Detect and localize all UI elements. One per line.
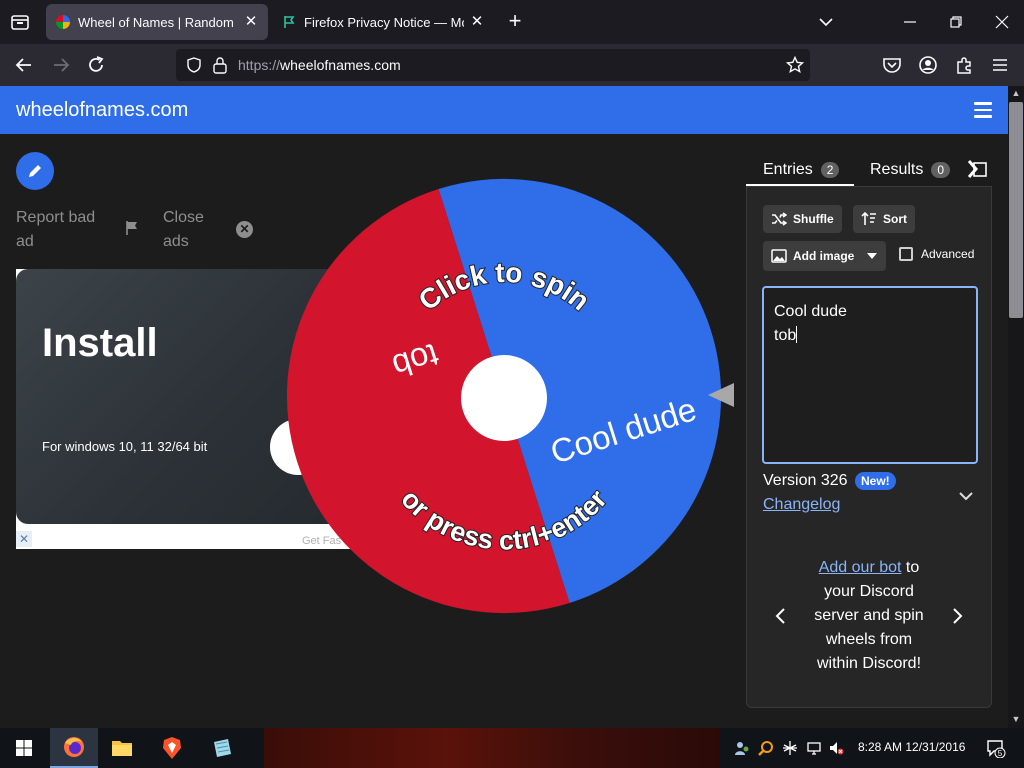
back-arrow-icon[interactable] xyxy=(13,54,35,76)
advanced-label: Advanced xyxy=(921,247,975,261)
minimize-icon[interactable] xyxy=(898,10,922,34)
dropdown-arrow-icon xyxy=(867,253,878,259)
ad-close-icon[interactable]: ✕ xyxy=(16,531,32,547)
extensions-puzzle-icon[interactable] xyxy=(953,54,975,76)
site-header: wheelofnames.com xyxy=(0,86,1008,134)
tab-title: Firefox Privacy Notice — Mozill xyxy=(304,14,464,30)
wheel-favicon-icon xyxy=(56,15,70,29)
browser-tab-firefox-privacy[interactable]: Firefox Privacy Notice — Mozill ✕ xyxy=(272,4,494,40)
url-text: https://wheelofnames.com xyxy=(238,57,401,73)
hide-panel-chevron-icon[interactable] xyxy=(966,158,988,180)
tray-network-icon[interactable] xyxy=(806,740,822,756)
shield-icon[interactable] xyxy=(186,57,202,73)
firefox-view-icon[interactable] xyxy=(8,10,32,34)
flag-icon[interactable] xyxy=(124,220,140,236)
close-tab-icon[interactable]: ✕ xyxy=(244,14,258,29)
ad-title: Install xyxy=(42,321,158,365)
taskbar-firefox-icon[interactable] xyxy=(50,728,98,768)
scrollbar-thumb[interactable] xyxy=(1009,102,1023,318)
add-image-button[interactable]: Add image xyxy=(763,241,887,271)
ad-subtitle: For windows 10, 11 32/64 bit xyxy=(42,439,208,454)
lock-icon[interactable] xyxy=(212,56,228,74)
entries-textarea[interactable]: Cool dude tob xyxy=(762,286,978,464)
address-bar[interactable]: https://wheelofnames.com xyxy=(176,49,810,81)
windows-taskbar: 8:28 AM 12/31/2016 5 xyxy=(0,728,1024,768)
image-icon xyxy=(771,249,787,263)
sort-icon xyxy=(861,212,876,225)
account-icon[interactable] xyxy=(917,54,939,76)
scroll-down-arrow-icon[interactable]: ▼ xyxy=(1010,714,1022,724)
entry-line: Cool dude xyxy=(774,303,847,320)
shuffle-icon xyxy=(772,212,787,226)
svg-text:5: 5 xyxy=(998,749,1003,758)
restore-icon[interactable] xyxy=(944,10,968,34)
version-label: Version 326 xyxy=(763,472,848,489)
start-windows-icon[interactable] xyxy=(0,728,48,768)
sort-button[interactable]: Sort xyxy=(853,205,915,233)
taskbar-file-explorer-icon[interactable] xyxy=(98,728,146,768)
mozilla-flag-favicon-icon xyxy=(284,16,295,28)
add-bot-link[interactable]: Add our bot xyxy=(819,559,902,576)
changelog-link[interactable]: Changelog xyxy=(763,496,840,514)
bookmark-star-icon[interactable] xyxy=(786,56,804,74)
browser-tabbar: Wheel of Names | Random nam ✕ Firefox Pr… xyxy=(0,0,1024,44)
new-tab-plus-icon[interactable]: + xyxy=(504,10,526,32)
taskbar-brave-icon[interactable] xyxy=(148,728,196,768)
edit-wheel-button[interactable] xyxy=(16,152,54,190)
panel-tabs: Entries 2 Results 0 xyxy=(746,152,992,188)
carousel-next-icon[interactable] xyxy=(950,606,966,626)
entry-line: tob xyxy=(774,326,798,344)
chevron-down-icon[interactable] xyxy=(958,488,974,504)
list-all-tabs-chevron-icon[interactable] xyxy=(816,12,836,32)
wheel-center-hub xyxy=(461,355,547,441)
carousel-prev-icon[interactable] xyxy=(774,606,790,626)
tray-search-icon[interactable] xyxy=(758,740,774,756)
report-bad-ad-link[interactable]: Report bad ad xyxy=(16,206,112,254)
pocket-icon[interactable] xyxy=(881,54,903,76)
page-content: wheelofnames.com Report bad ad Close ads… xyxy=(0,86,1008,728)
taskbar-clock[interactable]: 8:28 AM 12/31/2016 xyxy=(858,740,965,754)
close-circle-icon[interactable]: ✕ xyxy=(236,221,253,238)
new-badge: New! xyxy=(855,472,896,490)
taskbar-notepad-icon[interactable] xyxy=(198,728,246,768)
forward-arrow-icon[interactable] xyxy=(50,54,72,76)
taskbar-background xyxy=(264,728,720,768)
wheel-pointer-icon xyxy=(708,383,734,407)
site-title[interactable]: wheelofnames.com xyxy=(16,99,188,122)
results-count-badge: 0 xyxy=(931,162,951,178)
pencil-icon xyxy=(29,165,41,177)
scroll-up-arrow-icon[interactable]: ▲ xyxy=(1010,88,1022,98)
site-menu-icon[interactable] xyxy=(974,102,992,118)
app-menu-icon[interactable] xyxy=(989,54,1011,76)
discord-promo: Add our bot to your Discord server and s… xyxy=(808,556,930,676)
spin-wheel[interactable]: Cool dude tob Click to spin or press ctr… xyxy=(286,178,722,614)
tab-title: Wheel of Names | Random nam xyxy=(78,14,238,30)
close-window-icon[interactable] xyxy=(990,10,1014,34)
browser-tab-wheel-of-names[interactable]: Wheel of Names | Random nam ✕ xyxy=(46,4,268,40)
tab-results[interactable]: Results 0 xyxy=(870,152,951,188)
browser-navbar: https://wheelofnames.com xyxy=(0,44,1024,86)
text-caret xyxy=(796,326,798,343)
tab-entries[interactable]: Entries 2 xyxy=(763,152,840,188)
tray-people-icon[interactable] xyxy=(734,740,750,756)
close-tab-icon[interactable]: ✕ xyxy=(470,14,484,29)
close-ads-link[interactable]: Close ads xyxy=(163,206,223,254)
action-center-icon[interactable]: 5 xyxy=(986,738,1006,758)
reload-icon[interactable] xyxy=(85,54,107,76)
shuffle-button[interactable]: Shuffle xyxy=(763,205,842,233)
tray-volume-muted-icon[interactable] xyxy=(828,740,844,756)
tray-bluetooth-icon[interactable] xyxy=(782,740,798,756)
advanced-checkbox[interactable] xyxy=(899,247,913,261)
entries-count-badge: 2 xyxy=(820,162,840,178)
